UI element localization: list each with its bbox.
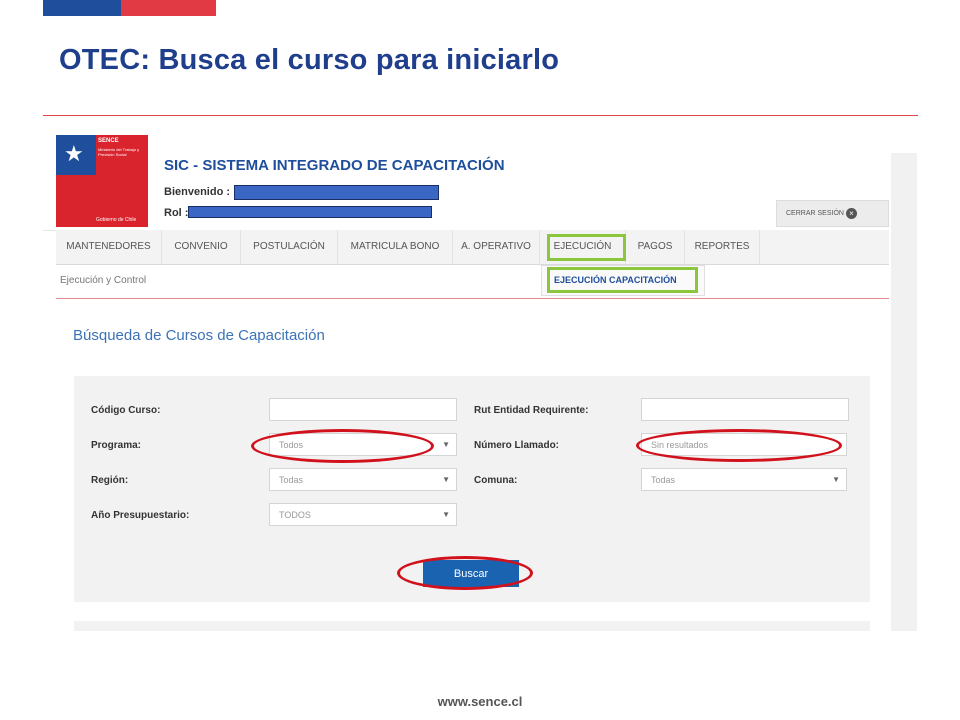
sence-logo: ★ SENCE Ministerio del Trabajo y Previsi… <box>56 135 148 227</box>
buscar-annotation <box>397 556 533 590</box>
redacted-role <box>188 206 432 218</box>
logo-gov: Gobierno de Chile <box>96 217 137 223</box>
chile-flag-icon: ★ <box>56 135 96 175</box>
star-icon: ★ <box>64 141 84 166</box>
chevron-down-icon: ▼ <box>832 475 840 484</box>
logo-name: SENCE <box>98 138 119 144</box>
numero-llamado-label: Número Llamado: <box>474 440 560 451</box>
rut-entidad-input[interactable] <box>641 398 849 421</box>
rut-entidad-label: Rut Entidad Requirente: <box>474 405 589 416</box>
redacted-username <box>234 185 439 200</box>
comuna-select[interactable]: Todas ▼ <box>641 468 847 491</box>
app-header: ★ SENCE Ministerio del Trabajo y Previsi… <box>43 133 889 231</box>
logout-button[interactable]: CERRAR SESIÓN × <box>776 200 889 227</box>
slide-accent-red <box>121 0 216 16</box>
welcome-label: Bienvenido : <box>164 186 231 198</box>
anio-value: TODOS <box>279 510 311 520</box>
sub-nav: Ejecución y Control <box>56 265 889 299</box>
breadcrumb[interactable]: Ejecución y Control <box>60 275 146 286</box>
region-value: Todas <box>279 475 304 485</box>
page-title: Búsqueda de Cursos de Capacitación <box>73 327 325 344</box>
logout-label: CERRAR SESIÓN <box>786 210 844 217</box>
region-select[interactable]: Todas ▼ <box>269 468 457 491</box>
comuna-label: Comuna: <box>474 475 518 486</box>
codigo-curso-input[interactable] <box>269 398 457 421</box>
nav-item-pagos[interactable]: PAGOS <box>626 230 685 264</box>
programa-annotation <box>251 429 434 463</box>
chevron-down-icon: ▼ <box>442 510 450 519</box>
anio-select[interactable]: TODOS ▼ <box>269 503 457 526</box>
nav-item-postulacion[interactable]: POSTULACIÓN <box>241 230 338 264</box>
programa-label: Programa: <box>91 440 142 451</box>
results-panel <box>74 621 870 631</box>
chevron-down-icon: ▼ <box>442 475 450 484</box>
slide-divider <box>43 115 918 116</box>
region-label: Región: <box>91 475 129 486</box>
logo-subtitle: Ministerio del Trabajo y Previsión Socia… <box>98 147 140 157</box>
footer-url: www.sence.cl <box>437 694 523 709</box>
chevron-down-icon: ▼ <box>442 440 450 449</box>
nav-item-convenio[interactable]: CONVENIO <box>162 230 241 264</box>
numero-llamado-annotation <box>636 429 842 462</box>
main-nav: MANTENEDORES CONVENIO POSTULACIÓN MATRIC… <box>56 230 889 265</box>
nav-item-mantenedores[interactable]: MANTENEDORES <box>56 230 162 264</box>
scrollbar-track[interactable] <box>891 153 917 631</box>
nav-item-a-operativo[interactable]: A. OPERATIVO <box>453 230 540 264</box>
codigo-curso-label: Código Curso: <box>91 405 161 416</box>
nav-item-reportes[interactable]: REPORTES <box>685 230 760 264</box>
comuna-value: Todas <box>651 475 676 485</box>
rol-label: Rol : <box>164 207 189 219</box>
system-title: SIC - SISTEMA INTEGRADO DE CAPACITACIÓN <box>164 157 505 174</box>
ejecucion-highlight <box>547 234 626 261</box>
anio-label: Año Presupuestario: <box>91 510 190 521</box>
submenu-highlight <box>547 267 698 293</box>
nav-item-matricula-bono[interactable]: MATRICULA BONO <box>338 230 453 264</box>
slide-accent-blue <box>43 0 121 16</box>
slide-title: OTEC: Busca el curso para iniciarlo <box>59 44 560 76</box>
close-icon: × <box>846 208 857 219</box>
